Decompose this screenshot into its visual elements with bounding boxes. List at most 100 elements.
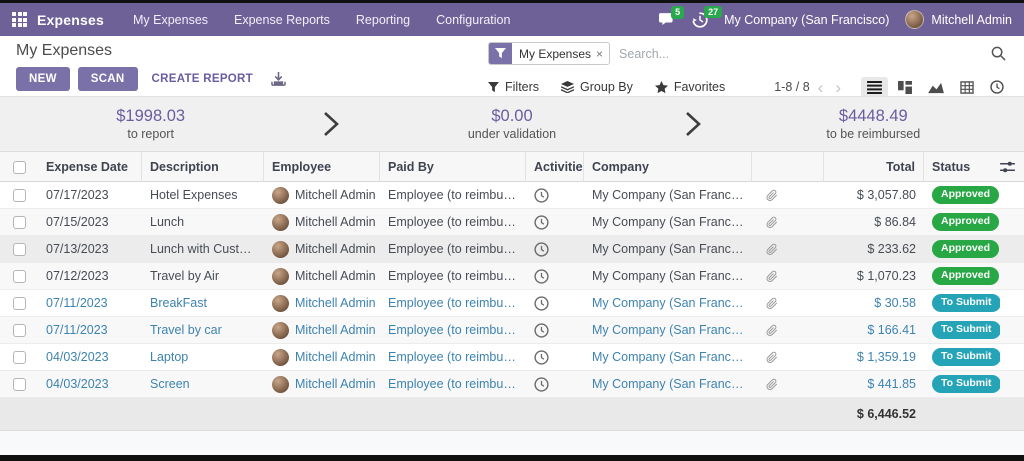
facet-remove-icon[interactable]: ×	[596, 47, 609, 61]
expense-date-cell: 04/03/2023	[38, 377, 142, 391]
column-header-company[interactable]: Company	[584, 152, 752, 182]
employee-avatar	[272, 268, 289, 285]
scan-button[interactable]: SCAN	[78, 67, 138, 91]
status-badge: To Submit	[932, 375, 1000, 393]
navbar-menu-my-expenses[interactable]: My Expenses	[122, 6, 219, 34]
navbar-menu-configuration[interactable]: Configuration	[425, 6, 521, 34]
employee-avatar	[272, 376, 289, 393]
employee-cell: Mitchell Admin	[264, 241, 380, 258]
paperclip-icon	[752, 378, 824, 391]
column-header-status[interactable]: Status	[924, 152, 1000, 182]
table-row[interactable]: 07/11/2023 BreakFast Mitchell Admin Empl…	[0, 290, 1024, 317]
pager-previous-icon[interactable]: ‹	[814, 79, 828, 96]
table-row[interactable]: 07/15/2023 Lunch Mitchell Admin Employee…	[0, 209, 1024, 236]
funnel-icon	[488, 82, 499, 93]
navbar-menu-reporting[interactable]: Reporting	[345, 6, 421, 34]
create-report-button[interactable]: CREATE REPORT	[146, 67, 259, 91]
column-header-paid-by[interactable]: Paid By	[380, 152, 526, 182]
column-header-expense-date[interactable]: Expense Date	[38, 152, 142, 182]
table-row[interactable]: 04/03/2023 Laptop Mitchell Admin Employe…	[0, 344, 1024, 371]
select-all-checkbox[interactable]	[13, 161, 26, 174]
activity-clock-icon[interactable]	[526, 269, 584, 284]
pager-next-icon[interactable]: ›	[831, 79, 845, 96]
column-header-description[interactable]: Description	[142, 152, 264, 182]
pivot-view-button[interactable]	[954, 77, 980, 98]
activity-clock-icon[interactable]	[526, 377, 584, 392]
table-row[interactable]: 07/11/2023 Travel by car Mitchell Admin …	[0, 317, 1024, 344]
navbar-menus: My ExpensesExpense ReportsReportingConfi…	[122, 6, 521, 34]
paperclip-icon	[752, 189, 824, 202]
group-by-button[interactable]: Group By	[561, 80, 633, 94]
employee-avatar	[272, 187, 289, 204]
search-icon[interactable]	[987, 44, 1010, 63]
activities-button[interactable]: 27	[692, 12, 708, 28]
total-cell: $ 86.84	[824, 215, 924, 229]
column-header-attachment	[752, 152, 824, 182]
column-header-employee[interactable]: Employee	[264, 152, 380, 182]
row-checkbox[interactable]	[13, 297, 26, 310]
activity-clock-icon[interactable]	[526, 350, 584, 365]
expense-date-cell: 07/11/2023	[38, 296, 142, 310]
stat-under-validation[interactable]: $0.00 under validation	[361, 107, 662, 141]
search-input[interactable]	[619, 47, 987, 61]
column-header-total[interactable]: Total	[824, 152, 924, 182]
total-cell: $ 441.85	[824, 377, 924, 391]
stat-to-be-reimbursed[interactable]: $4448.49 to be reimbursed	[723, 107, 1024, 141]
row-checkbox[interactable]	[13, 378, 26, 391]
content-filler	[0, 431, 1024, 455]
paperclip-icon	[752, 216, 824, 229]
user-menu[interactable]: Mitchell Admin	[905, 10, 1012, 29]
new-button[interactable]: NEW	[16, 67, 70, 91]
expense-date-cell: 07/17/2023	[38, 188, 142, 202]
employee-cell: Mitchell Admin	[264, 349, 380, 366]
apps-menu-icon[interactable]	[12, 12, 27, 27]
employee-avatar	[272, 241, 289, 258]
row-checkbox[interactable]	[13, 243, 26, 256]
table-body: 07/17/2023 Hotel Expenses Mitchell Admin…	[0, 182, 1024, 398]
paid-by-cell: Employee (to reimburse)	[380, 296, 526, 310]
company-cell: My Company (San Francisco)	[584, 377, 752, 391]
row-checkbox[interactable]	[13, 351, 26, 364]
search-facet-label: My Expenses	[512, 47, 596, 61]
activities-count-badge: 27	[704, 6, 722, 19]
row-checkbox[interactable]	[13, 189, 26, 202]
favorites-button[interactable]: Favorites	[655, 80, 725, 94]
paperclip-icon	[752, 270, 824, 283]
search-bar: My Expenses ×	[488, 42, 1010, 65]
pager-range[interactable]: 1-8 / 8	[774, 80, 809, 94]
list-view-button[interactable]	[861, 77, 888, 98]
row-checkbox[interactable]	[13, 324, 26, 337]
messages-button[interactable]: 5	[659, 12, 676, 27]
activity-clock-icon[interactable]	[526, 242, 584, 257]
employee-avatar	[272, 349, 289, 366]
paid-by-cell: Employee (to reimburse)	[380, 242, 526, 256]
optional-columns-icon[interactable]	[1000, 152, 1024, 182]
expense-date-cell: 04/03/2023	[38, 350, 142, 364]
filters-button[interactable]: Filters	[488, 80, 539, 94]
column-header-activities[interactable]: Activities	[526, 152, 584, 182]
layers-icon	[561, 81, 574, 93]
table-row[interactable]: 07/12/2023 Travel by Air Mitchell Admin …	[0, 263, 1024, 290]
activity-clock-icon[interactable]	[526, 323, 584, 338]
download-button[interactable]	[267, 70, 290, 88]
table-row[interactable]: 04/03/2023 Screen Mitchell Admin Employe…	[0, 371, 1024, 398]
row-checkbox[interactable]	[13, 270, 26, 283]
activity-clock-icon[interactable]	[526, 296, 584, 311]
graph-view-button[interactable]	[922, 77, 950, 98]
row-checkbox[interactable]	[13, 216, 26, 229]
app-name[interactable]: Expenses	[37, 12, 104, 28]
table-row[interactable]: 07/13/2023 Lunch with Customer Mitchell …	[0, 236, 1024, 263]
stat-to-report[interactable]: $1998.03 to report	[0, 107, 301, 141]
kanban-view-button[interactable]	[892, 77, 918, 98]
activity-view-button[interactable]	[984, 76, 1010, 98]
paperclip-icon	[752, 351, 824, 364]
employee-cell: Mitchell Admin	[264, 295, 380, 312]
activity-clock-icon[interactable]	[526, 215, 584, 230]
activity-clock-icon[interactable]	[526, 188, 584, 203]
paid-by-cell: Employee (to reimburse)	[380, 269, 526, 283]
status-badge: Approved	[932, 240, 999, 258]
search-facet[interactable]: My Expenses ×	[488, 42, 610, 65]
table-row[interactable]: 07/17/2023 Hotel Expenses Mitchell Admin…	[0, 182, 1024, 209]
navbar-menu-expense-reports[interactable]: Expense Reports	[223, 6, 341, 34]
company-switcher[interactable]: My Company (San Francisco)	[724, 13, 889, 27]
